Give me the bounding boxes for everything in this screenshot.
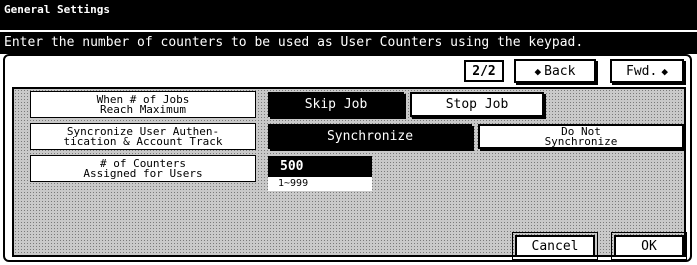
- page-indicator: 2/2: [464, 60, 504, 82]
- forward-button[interactable]: Fwd. ◆: [610, 59, 684, 83]
- counters-label-line2: Assigned for Users: [83, 166, 203, 180]
- instruction-text: Enter the number of counters to be used …: [0, 32, 697, 54]
- counters-label: # of Counters Assigned for Users: [30, 155, 256, 182]
- sync-label: Syncronize User Authen- tication & Accou…: [30, 123, 256, 150]
- forward-label: Fwd.: [626, 63, 658, 79]
- skip-job-button[interactable]: Skip Job: [268, 92, 404, 117]
- back-button[interactable]: ◆ Back: [514, 59, 596, 83]
- counters-value-field[interactable]: 500: [268, 156, 372, 177]
- jobs-max-label-line2: Reach Maximum: [99, 102, 187, 116]
- back-label: Back: [544, 63, 576, 79]
- do-not-sync-line2: Synchronize: [544, 134, 618, 148]
- stop-job-button[interactable]: Stop Job: [410, 92, 544, 117]
- counters-range-hint: 1~999: [268, 177, 372, 191]
- cancel-button[interactable]: Cancel: [512, 232, 598, 260]
- page-title: General Settings: [4, 3, 110, 16]
- title-bar: General Settings: [0, 0, 697, 30]
- forward-arrow-icon: ◆: [661, 64, 668, 78]
- ok-button[interactable]: OK: [611, 232, 687, 260]
- sync-label-line2: tication & Account Track: [63, 134, 223, 148]
- back-arrow-icon: ◆: [534, 64, 542, 78]
- do-not-synchronize-button[interactable]: Do Not Synchronize: [478, 124, 684, 149]
- jobs-max-label: When # of Jobs Reach Maximum: [30, 91, 256, 118]
- synchronize-button[interactable]: Synchronize: [268, 124, 472, 149]
